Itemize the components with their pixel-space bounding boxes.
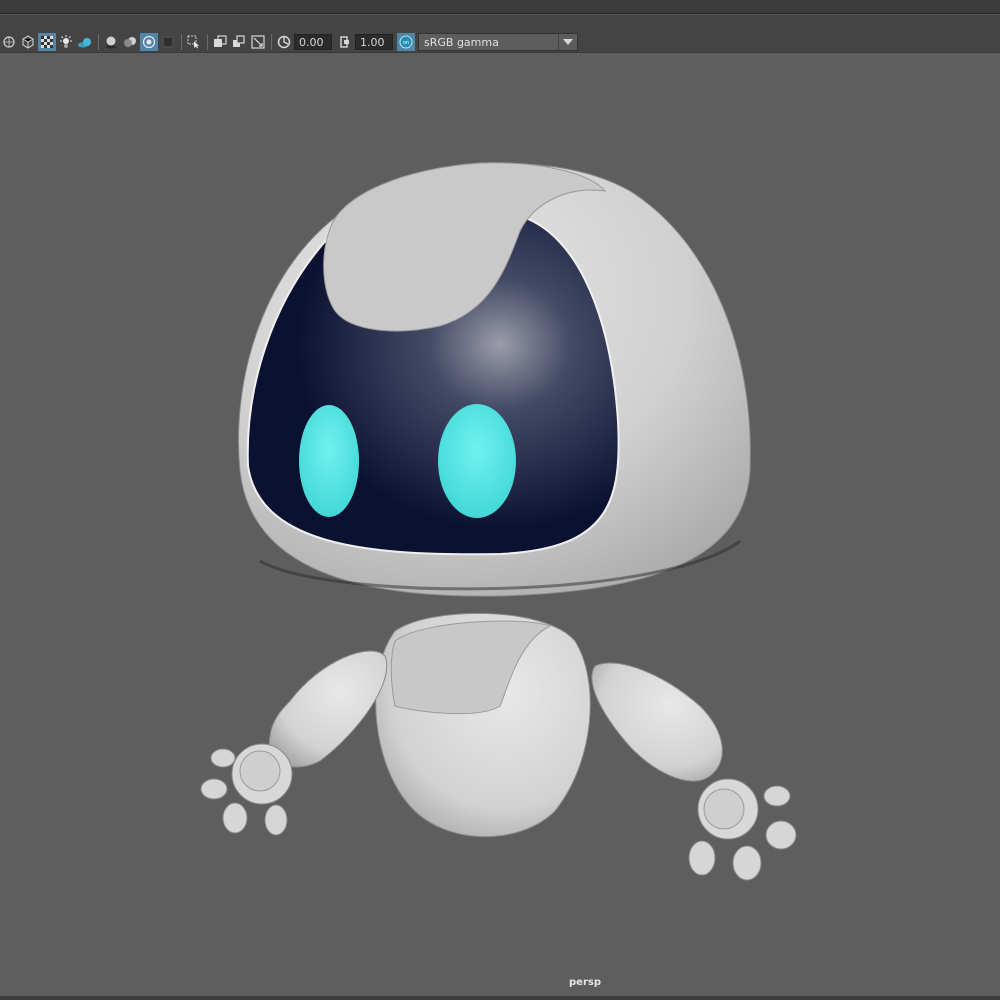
menu-bar	[0, 0, 1000, 14]
toolbar-separator	[271, 34, 272, 50]
view-transform-value: sRGB gamma	[424, 35, 499, 49]
anti-aliasing-icon[interactable]	[140, 33, 158, 51]
view-transform-dropdown[interactable]: sRGB gamma	[418, 33, 578, 51]
viewport-toolbar: 0.00 1.00 on sRGB gamma	[0, 14, 1000, 53]
viewport-bottom-border	[0, 996, 1000, 1000]
toolbar-separator	[181, 34, 182, 50]
3d-viewport[interactable]	[0, 52, 1000, 997]
robot-model[interactable]	[0, 53, 1000, 997]
cube-icon[interactable]	[19, 33, 37, 51]
motion-blur-icon[interactable]	[121, 33, 139, 51]
isolate-select-icon[interactable]	[185, 33, 203, 51]
screen-space-ao-icon[interactable]	[102, 33, 120, 51]
gamma-icon[interactable]	[336, 33, 354, 51]
xray-joints-icon[interactable]	[230, 33, 248, 51]
depth-of-field-icon[interactable]	[159, 33, 177, 51]
camera-label: persp	[569, 977, 601, 988]
exposure-field[interactable]: 0.00	[294, 34, 332, 50]
toolbar-separator	[207, 34, 208, 50]
color-management-icon[interactable]: on	[397, 33, 415, 51]
left-arm	[200, 650, 388, 836]
lighting-icon[interactable]	[57, 33, 75, 51]
exposure-icon[interactable]	[275, 33, 293, 51]
right-eye	[438, 404, 516, 518]
chevron-down-icon[interactable]	[558, 34, 577, 50]
shadows-icon[interactable]	[76, 33, 94, 51]
robot-body	[375, 612, 591, 838]
xray-icon[interactable]	[211, 33, 229, 51]
left-eye	[299, 405, 359, 517]
svg-text:on: on	[403, 40, 409, 46]
xray-components-icon[interactable]	[249, 33, 267, 51]
right-arm	[591, 662, 797, 881]
wireframe-on-shaded-icon[interactable]	[0, 33, 18, 51]
gamma-field[interactable]: 1.00	[355, 34, 393, 50]
textured-checker-icon[interactable]	[38, 33, 56, 51]
toolbar-separator	[98, 34, 99, 50]
robot-head	[238, 162, 751, 597]
